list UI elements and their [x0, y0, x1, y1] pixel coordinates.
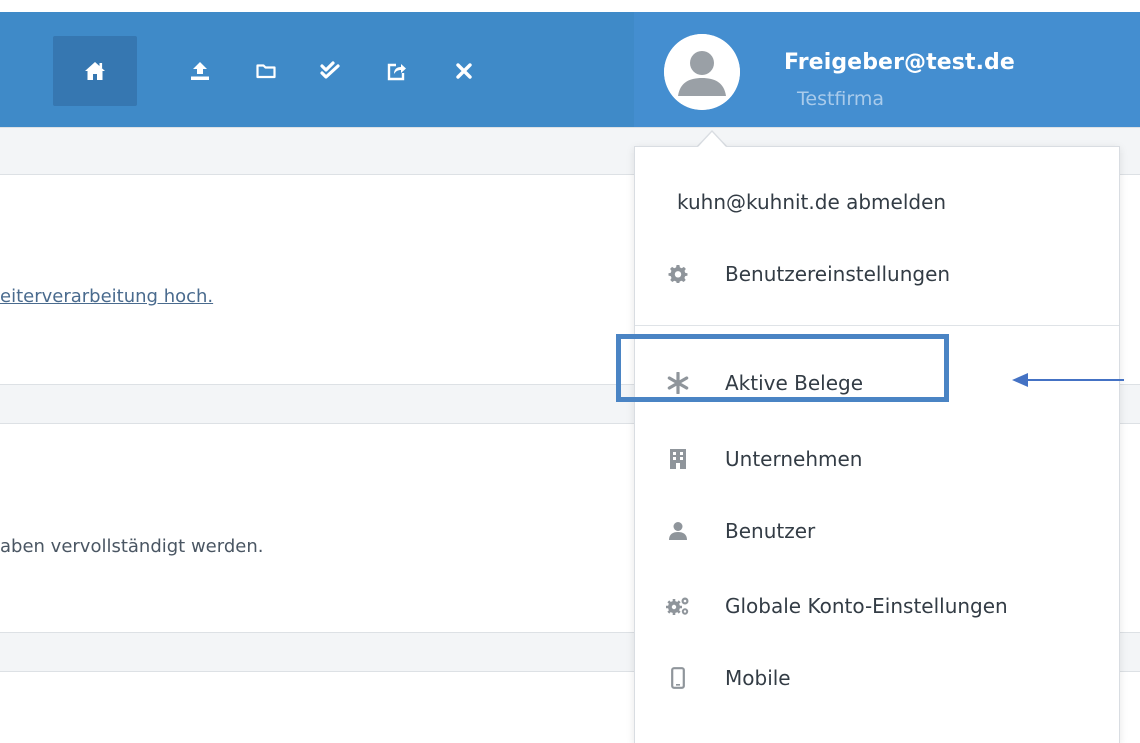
gear-icon: [665, 261, 691, 287]
logout-label: kuhn@kuhnit.de abmelden: [677, 190, 947, 214]
folder-icon: [256, 63, 276, 79]
header-bar: Freigeber@test.de Testfirma: [0, 12, 1140, 128]
content-text-2: aben vervollständigt werden.: [0, 536, 264, 557]
menu-item-company[interactable]: Unternehmen: [635, 430, 1119, 488]
close-icon: [456, 63, 472, 79]
annotation-arrow-head: [1012, 373, 1028, 387]
user-company: Testfirma: [797, 88, 885, 110]
mobile-icon: [665, 665, 691, 691]
menu-item-users[interactable]: Benutzer: [635, 502, 1119, 560]
nav-approve-button[interactable]: [302, 36, 358, 106]
menu-item-logout[interactable]: kuhn@kuhnit.de abmelden: [635, 173, 1119, 231]
nav-share-button[interactable]: [369, 36, 425, 106]
top-strip: [0, 0, 1140, 12]
content-text-1[interactable]: eiterverarbeitung hoch.: [0, 286, 213, 307]
menu-label-mobile: Mobile: [725, 666, 791, 690]
menu-label-global-settings: Globale Konto-Einstellungen: [725, 594, 1008, 618]
nav-upload-button[interactable]: [172, 36, 228, 106]
highlight-box: [616, 334, 949, 402]
nav-folder-button[interactable]: [238, 36, 294, 106]
annotation-arrow-line: [1026, 379, 1124, 381]
user-dropdown-menu: kuhn@kuhnit.de abmelden Benutzereinstell…: [634, 146, 1120, 743]
building-icon: [665, 446, 691, 472]
menu-label-user-settings: Benutzereinstellungen: [725, 262, 951, 286]
nav-home-button[interactable]: [53, 36, 137, 106]
upload-link[interactable]: eiterverarbeitung hoch.: [0, 286, 213, 307]
menu-label-company: Unternehmen: [725, 447, 863, 471]
upload-icon: [190, 61, 210, 81]
user-avatar[interactable]: [664, 34, 740, 110]
home-icon: [84, 61, 106, 81]
menu-label-users: Benutzer: [725, 519, 816, 543]
user-name: Freigeber@test.de: [784, 50, 1015, 75]
menu-item-global-settings[interactable]: Globale Konto-Einstellungen: [635, 577, 1119, 635]
dropdown-caret: [698, 132, 726, 147]
gears-icon: [665, 593, 691, 619]
share-icon: [387, 61, 407, 81]
menu-divider: [635, 325, 1119, 326]
menu-item-mobile[interactable]: Mobile: [635, 649, 1119, 707]
nav-close-button[interactable]: [436, 36, 492, 106]
user-icon: [665, 518, 691, 544]
menu-item-user-settings[interactable]: Benutzereinstellungen: [635, 245, 1119, 303]
double-check-icon: [320, 61, 340, 81]
